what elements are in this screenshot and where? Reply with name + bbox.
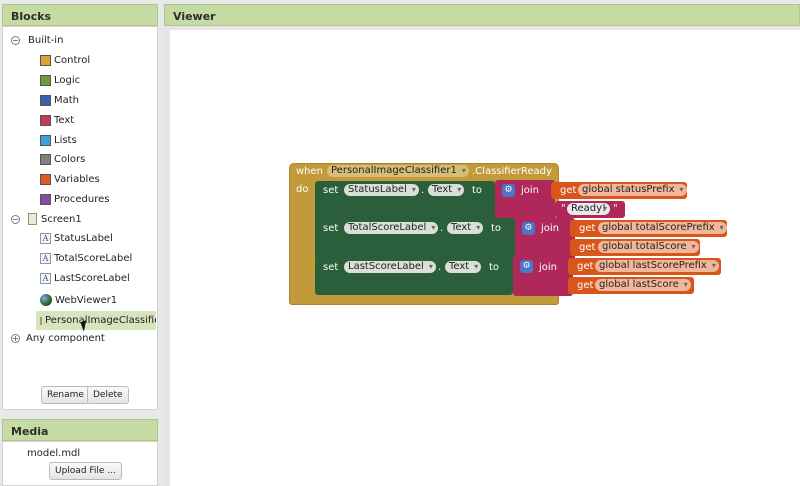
component-label: TotalScoreLabel [54,253,133,264]
delete-button[interactable]: Delete [87,386,129,404]
drawer-variables[interactable]: Variables [40,174,100,185]
tree-builtin[interactable]: − Built-in [11,35,63,46]
component-personalimageclassifier1[interactable]: PersonalImageClassifier1 [36,311,156,330]
lists-swatch-icon [40,135,51,146]
get-keyword: get [577,261,594,272]
logic-swatch-icon [40,75,51,86]
tree-screen1[interactable]: − Screen1 [11,213,82,225]
media-panel-title: Media [11,425,49,438]
classifier-component-icon [40,316,42,325]
media-file[interactable]: model.mdl [27,448,80,459]
tree-any-component[interactable]: + Any component [11,333,105,344]
property-dropdown[interactable]: Text [428,184,465,196]
to-keyword: to [491,223,502,234]
join-keyword: join [541,223,560,234]
viewer-title: Viewer [173,10,216,23]
component-label: PersonalImageClassifier1 [45,315,156,326]
component-label: LastScoreLabel [54,273,130,284]
get-variable-dropdown[interactable]: global totalScorePrefix [598,222,727,234]
blocks-panel-header: Blocks [2,4,158,26]
to-keyword: to [489,262,500,273]
dot-label: . [438,262,442,273]
drawer-label: Logic [54,75,81,86]
dot-label: . [421,185,425,196]
media-panel-header: Media [2,419,158,441]
event-component-dropdown[interactable]: PersonalImageClassifier1 [327,165,469,177]
component-totalscorelabel[interactable]: A TotalScoreLabel [40,253,132,264]
do-keyword: do [296,184,309,195]
media-panel: model.mdl Upload File ... [2,441,158,486]
drawer-math[interactable]: Math [40,95,79,106]
mutator-gear-icon[interactable]: ⚙ [520,260,533,273]
get-variable-dropdown[interactable]: global statusPrefix [578,184,687,196]
collapse-icon[interactable]: − [11,214,20,224]
set-keyword: set [323,262,339,273]
property-dropdown[interactable]: Text [447,222,484,234]
blocks-tree-panel: − Built-in Control Logic Math Text Lists… [2,26,158,410]
mutator-gear-icon[interactable]: ⚙ [522,222,535,235]
colors-swatch-icon [40,154,51,165]
drawer-label: Procedures [54,194,110,205]
get-keyword: get [577,280,594,291]
when-keyword: when [296,166,324,177]
component-webviewer1[interactable]: WebViewer1 [40,294,117,306]
property-dropdown[interactable]: Text [445,261,482,273]
join-keyword: join [521,185,540,196]
blocks-panel-title: Blocks [11,10,52,23]
set-target-dropdown[interactable]: LastScoreLabel [344,261,436,273]
component-label: StatusLabel [54,233,113,244]
tree-any-component-label: Any component [26,333,105,344]
expand-icon[interactable]: + [11,334,20,343]
set-target-dropdown[interactable]: TotalScoreLabel [344,222,439,234]
drawer-label: Variables [54,174,100,185]
text-swatch-icon [40,115,51,126]
control-swatch-icon [40,55,51,66]
drawer-label: Text [54,115,75,126]
component-lastscorelabel[interactable]: A LastScoreLabel [40,273,130,284]
drawer-label: Lists [54,135,77,146]
procedures-swatch-icon [40,194,51,205]
set-keyword: set [323,185,339,196]
tree-screen1-label: Screen1 [41,213,82,225]
set-target-dropdown[interactable]: StatusLabel [344,184,419,196]
get-keyword: get [579,223,596,234]
viewer-header: Viewer [164,4,800,26]
rename-button[interactable]: Rename [41,386,90,404]
open-quote: " [561,203,566,214]
tree-builtin-label: Built-in [28,35,64,46]
set-keyword: set [323,223,339,234]
screen-icon [28,213,37,225]
drawer-control[interactable]: Control [40,55,90,66]
variables-swatch-icon [40,174,51,185]
get-variable-dropdown[interactable]: global lastScore [595,279,691,291]
drawer-colors[interactable]: Colors [40,154,85,165]
event-name: .ClassifierReady [472,166,552,177]
collapse-icon[interactable]: − [11,36,20,45]
get-variable-dropdown[interactable]: global lastScorePrefix [595,260,719,272]
drawer-label: Math [54,95,80,106]
drawer-procedures[interactable]: Procedures [40,194,109,205]
math-swatch-icon [40,95,51,106]
text-literal-value[interactable]: Ready! [567,203,611,215]
get-keyword: get [579,242,596,253]
label-component-icon: A [40,233,51,244]
webviewer-globe-icon [40,294,52,306]
upload-file-button[interactable]: Upload File ... [49,462,122,480]
drawer-logic[interactable]: Logic [40,75,80,86]
mutator-gear-icon[interactable]: ⚙ [502,184,515,197]
get-variable-dropdown[interactable]: global totalScore [598,241,699,253]
to-keyword: to [472,185,483,196]
drawer-text[interactable]: Text [40,115,74,126]
close-quote: " [613,203,618,214]
drawer-label: Colors [54,154,86,165]
component-label: WebViewer1 [55,294,118,306]
label-component-icon: A [40,273,51,284]
component-statuslabel[interactable]: A StatusLabel [40,233,113,244]
label-component-icon: A [40,253,51,264]
dot-label: . [440,223,444,234]
get-keyword: get [560,185,577,196]
join-keyword: join [539,262,558,273]
drawer-lists[interactable]: Lists [40,135,77,146]
drawer-label: Control [54,55,91,66]
